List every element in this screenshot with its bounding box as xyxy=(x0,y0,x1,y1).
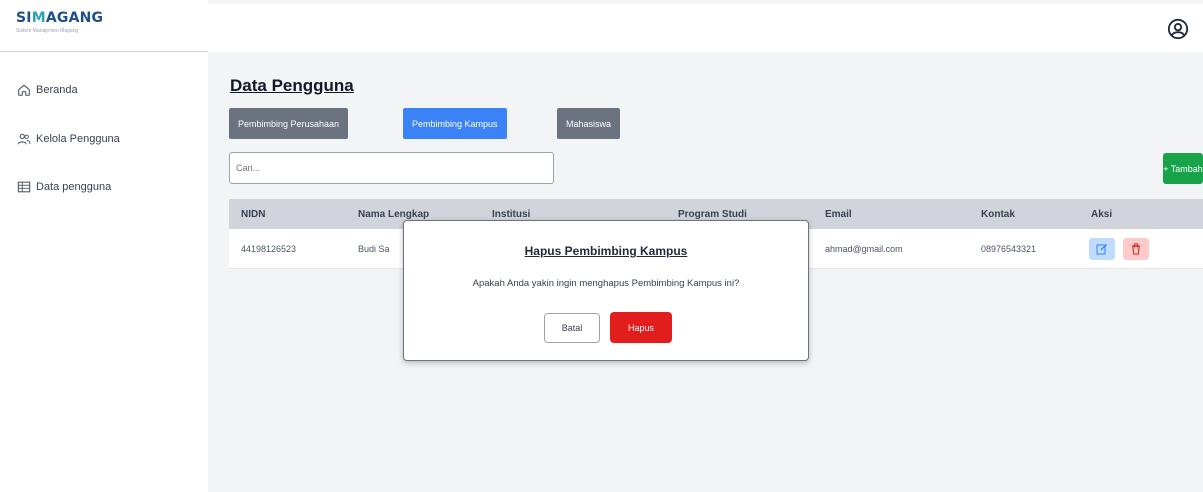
trash-icon xyxy=(1132,243,1140,255)
table-icon xyxy=(17,181,31,193)
col-aksi: Aksi xyxy=(1091,208,1113,220)
sidebar-item-beranda[interactable]: Beranda xyxy=(17,80,78,100)
users-icon xyxy=(17,133,31,145)
tab-pembimbing-perusahaan[interactable]: Pembimbing Perusahaan xyxy=(229,108,349,139)
sidebar-item-label: Kelola Pengguna xyxy=(36,133,120,145)
col-email: Email xyxy=(825,208,852,220)
user-circle-icon[interactable] xyxy=(1167,18,1189,40)
modal-title: Hapus Pembimbing Kampus xyxy=(524,244,688,258)
search-input[interactable] xyxy=(229,152,554,184)
page-title: Data Pengguna xyxy=(230,76,354,95)
modal-message: Apakah Anda yakin ingin menghapus Pembim… xyxy=(472,278,740,289)
add-button[interactable]: + Tambah xyxy=(1163,153,1203,184)
cell-kontak: 08976543321 xyxy=(981,243,1037,254)
cell-nama: Budi Sa xyxy=(358,243,390,254)
sidebar-item-data-pengguna[interactable]: Data pengguna xyxy=(17,177,111,197)
col-institusi: Institusi xyxy=(492,208,531,220)
logo-text: SIMAGANG xyxy=(16,10,104,26)
sidebar-item-label: Beranda xyxy=(36,84,78,96)
edit-icon xyxy=(1096,244,1107,255)
home-icon xyxy=(18,84,30,96)
col-program-studi: Program Studi xyxy=(678,208,747,220)
top-bar xyxy=(208,0,1203,52)
tab-pembimbing-kampus[interactable]: Pembimbing Kampus xyxy=(403,108,507,139)
sidebar-item-kelola-pengguna[interactable]: Kelola Pengguna xyxy=(17,129,120,149)
col-nidn: NIDN xyxy=(241,208,266,220)
cell-email: ahmad@gmail.com xyxy=(825,243,903,254)
col-nama-lengkap: Nama Lengkap xyxy=(358,208,430,220)
cancel-button[interactable]: Batal xyxy=(544,313,600,343)
delete-confirm-modal: Hapus Pembimbing Kampus Apakah Anda yaki… xyxy=(403,220,809,361)
cell-nidn: 44198126523 xyxy=(241,243,297,254)
edit-button[interactable] xyxy=(1089,238,1115,260)
tab-mahasiswa[interactable]: Mahasiswa xyxy=(557,108,621,139)
sidebar-item-label: Data pengguna xyxy=(36,181,112,193)
logo-tagline: Sistem Manajemen Magang xyxy=(16,28,79,34)
delete-button[interactable] xyxy=(1123,238,1149,260)
app-logo[interactable]: SIMAGANG Sistem Manajemen Magang xyxy=(0,0,208,52)
sidebar: SIMAGANG Sistem Manajemen Magang Beranda… xyxy=(0,0,208,492)
confirm-delete-button[interactable]: Hapus xyxy=(610,312,672,343)
col-kontak: Kontak xyxy=(981,208,1015,220)
